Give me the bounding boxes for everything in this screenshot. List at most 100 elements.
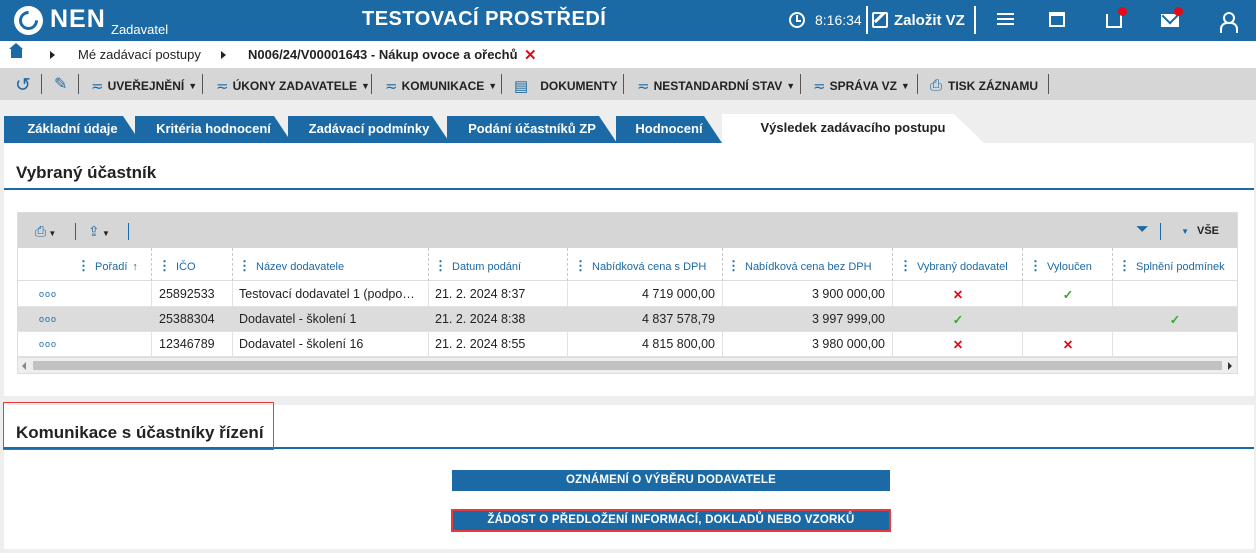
table-row[interactable]: ooo 12346789 Dodavatel - školení 16 21. …	[18, 332, 1237, 357]
edit-button[interactable]: ✎	[54, 74, 67, 94]
column-menu-icon[interactable]: ⋮	[727, 258, 740, 273]
caret-down-icon: ▼	[188, 81, 198, 91]
menu-sprava-vz[interactable]: ≂ SPRÁVA VZ ▼	[813, 77, 910, 95]
tab-hodnoceni[interactable]: Hodnocení	[616, 116, 722, 143]
header-label: Datum podání	[452, 261, 522, 273]
section-title-selected-participant: Vybraný účastník	[16, 163, 157, 182]
column-header-vyloucen[interactable]: ⋮ Vyloučen	[1029, 248, 1092, 281]
share-button[interactable]: ⇪ ▼	[88, 223, 110, 240]
tab-podani-ucastniku[interactable]: Podání účastníků ZP	[447, 116, 617, 143]
divider	[866, 6, 868, 34]
row-menu-icon[interactable]: ooo	[39, 339, 57, 349]
menu-label: KOMUNIKACE	[401, 79, 485, 93]
chevron-right-icon	[50, 51, 55, 59]
grid-header: ⋮ Pořadí ↑ ⋮ IČO ⋮ Název dodavatele ⋮ Datum p…	[18, 248, 1237, 281]
menu-icon[interactable]	[995, 10, 1017, 32]
export-button[interactable]: ⎙ ▼	[35, 223, 56, 240]
cell-ico: 12346789	[159, 337, 215, 351]
column-menu-icon[interactable]: ⋮	[238, 258, 251, 273]
header-label: Vybraný dodavatel	[917, 261, 1008, 273]
column-header-cena-bez-dph[interactable]: ⋮ Nabídková cena bez DPH	[727, 248, 872, 281]
column-menu-icon[interactable]: ⋮	[1029, 258, 1042, 273]
breadcrumb-item-current[interactable]: N006/24/V00001643 - Nákup ovoce a ořechů	[248, 47, 518, 62]
menu-label: NESTANDARDNÍ STAV	[653, 79, 783, 93]
calendar-icon[interactable]	[1047, 10, 1069, 32]
column-menu-icon[interactable]: ⋮	[574, 258, 587, 273]
cell-cena-s-dph: 4 837 578,79	[642, 312, 715, 326]
column-menu-icon[interactable]: ⋮	[1118, 258, 1131, 273]
table-row[interactable]: ooo 25892533 Testovací dodavatel 1 (podp…	[18, 282, 1237, 307]
nen-logo-icon[interactable]	[14, 6, 43, 35]
divider	[623, 74, 624, 94]
notice-of-selection-button[interactable]: OZNÁMENÍ O VÝBĚRU DODAVATELE	[452, 470, 890, 491]
column-menu-icon[interactable]: ⋮	[158, 258, 171, 273]
column-menu-icon[interactable]: ⋮	[434, 258, 447, 273]
menu-tisk-zaznamu[interactable]: ⎙ TISK ZÁZNAMU	[930, 77, 1038, 94]
horizontal-scrollbar[interactable]	[18, 357, 1237, 373]
scrollbar-thumb[interactable]	[33, 361, 1222, 370]
sort-asc-icon: ↑	[132, 261, 138, 273]
inbox-icon[interactable]	[1104, 7, 1127, 32]
menu-nestandardni-stav[interactable]: ≂ NESTANDARDNÍ STAV ▼	[637, 77, 795, 95]
caret-down-icon: ▼	[900, 81, 910, 91]
environment-title: TESTOVACÍ PROSTŘEDÍ	[362, 8, 607, 30]
row-menu-icon[interactable]: ooo	[39, 314, 57, 324]
mail-icon[interactable]	[1160, 7, 1183, 32]
user-icon[interactable]	[1217, 10, 1239, 33]
header-label: Název dodavatele	[256, 261, 345, 273]
row-menu-icon[interactable]: ooo	[39, 289, 57, 299]
tab-zakladni-udaje[interactable]: Základní údaje	[4, 116, 141, 143]
top-bar: NEN Zadavatel TESTOVACÍ PROSTŘEDÍ 8:16:3…	[0, 0, 1256, 41]
filter-icon[interactable]: ⏷	[1136, 221, 1149, 239]
menu-label: TISK ZÁZNAMU	[948, 78, 1039, 93]
logo-subtitle: Zadavatel	[111, 22, 169, 37]
document-icon: ▤	[514, 78, 529, 95]
caret-down-icon: ▼	[488, 81, 498, 91]
cell-vybrany: ✕	[952, 338, 964, 352]
divider	[75, 223, 76, 240]
caret-down-icon: ▼	[786, 81, 796, 91]
scroll-right-icon[interactable]	[1228, 362, 1232, 370]
header-label: Splnění podmínek	[1136, 261, 1225, 273]
menu-ukony-zadavatele[interactable]: ≂ ÚKONY ZADAVATELE ▼	[216, 77, 370, 95]
list-icon: ≂	[637, 78, 650, 95]
home-icon[interactable]	[9, 43, 23, 58]
tab-vysledek-zadavaciho-postupu[interactable]: Výsledek zadávacího postupu	[722, 114, 984, 143]
scroll-left-icon[interactable]	[22, 362, 26, 370]
column-header-vybrany[interactable]: ⋮ Vybraný dodavatel	[899, 248, 1008, 281]
menu-komunikace[interactable]: ≂ KOMUNIKACE ▼	[385, 77, 497, 95]
filter-all-dropdown[interactable]: ▼ VŠE	[1181, 225, 1219, 237]
column-menu-icon[interactable]: ⋮	[77, 258, 90, 273]
create-vz-button[interactable]: Založit VZ	[872, 9, 965, 31]
column-header-cena-s-dph[interactable]: ⋮ Nabídková cena s DPH	[574, 248, 706, 281]
menu-dokumenty[interactable]: ▤ DOKUMENTY	[514, 77, 618, 95]
divider	[501, 74, 502, 94]
column-header-datum[interactable]: ⋮ Datum podání	[434, 248, 521, 281]
column-header-poradi[interactable]: ⋮ Pořadí ↑	[77, 248, 138, 281]
close-icon[interactable]: ✕	[524, 46, 537, 64]
column-menu-icon[interactable]: ⋮	[899, 258, 912, 273]
request-documents-button[interactable]: ŽÁDOST O PŘEDLOŽENÍ INFORMACÍ, DOKLADŮ N…	[451, 509, 891, 532]
menu-uverejneni[interactable]: ≂ UVEŘEJNĚNÍ ▼	[91, 77, 197, 95]
breadcrumb-item-my-procedures[interactable]: Mé zadávací postupy	[78, 47, 201, 62]
divider	[78, 74, 79, 94]
tab-zadavaci-podminky[interactable]: Zadávací podmínky	[288, 116, 450, 143]
grid-toolbar: ⎙ ▼ ⇪ ▼ ⏷ ▼ VŠE	[18, 213, 1237, 248]
header-label: Nabídková cena s DPH	[592, 261, 707, 273]
column-header-nazev[interactable]: ⋮ Název dodavatele	[238, 248, 344, 281]
table-row-selected[interactable]: ooo 25388304 Dodavatel - školení 1 21. 2…	[18, 307, 1237, 332]
breadcrumb: Mé zadávací postupy N006/24/V00001643 - …	[0, 41, 1256, 68]
cell-cena-bez-dph: 3 900 000,00	[812, 287, 885, 301]
logo-text[interactable]: NEN	[50, 5, 106, 34]
cell-nazev: Testovací dodavatel 1 (podpo…	[239, 287, 415, 301]
cell-vybrany: ✓	[952, 313, 964, 327]
column-header-splneni[interactable]: ⋮ Splnění podmínek	[1118, 248, 1225, 281]
caret-down-icon: ▼	[361, 81, 370, 91]
column-header-ico[interactable]: ⋮ IČO	[158, 248, 196, 281]
print-icon: ⎙	[930, 77, 943, 94]
cell-datum: 21. 2. 2024 8:55	[435, 337, 526, 351]
divider	[128, 223, 129, 240]
chevron-right-icon	[221, 51, 226, 59]
tab-kriteria-hodnoceni[interactable]: Kritéria hodnocení	[135, 116, 292, 143]
refresh-button[interactable]: ↺	[15, 74, 31, 97]
